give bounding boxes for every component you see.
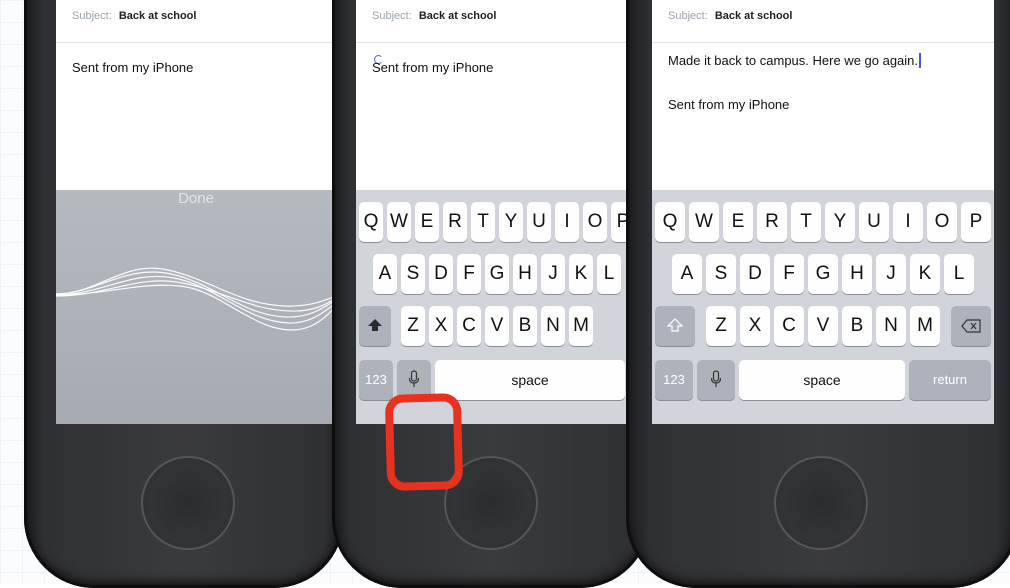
- text-cursor: [919, 53, 922, 68]
- key-e[interactable]: E: [723, 202, 753, 242]
- key-x[interactable]: X: [740, 306, 770, 346]
- space-key[interactable]: space: [435, 360, 625, 400]
- key-w[interactable]: W: [689, 202, 719, 242]
- key-g[interactable]: G: [485, 254, 509, 294]
- key-z[interactable]: Z: [401, 306, 425, 346]
- microphone-key-highlight: [384, 393, 464, 491]
- key-b[interactable]: B: [513, 306, 537, 346]
- home-button[interactable]: [774, 456, 868, 550]
- key-u[interactable]: U: [859, 202, 889, 242]
- subject-value: Back at school: [714, 10, 793, 22]
- key-a[interactable]: A: [672, 254, 702, 294]
- key-w[interactable]: W: [387, 202, 411, 242]
- key-m[interactable]: M: [910, 306, 940, 346]
- key-d[interactable]: D: [429, 254, 453, 294]
- keyboard: Q W E R T Y U I O P A S D F G H J K L Z …: [356, 190, 636, 424]
- key-y[interactable]: Y: [825, 202, 855, 242]
- key-v[interactable]: V: [808, 306, 838, 346]
- key-n[interactable]: N: [876, 306, 906, 346]
- subject-value: Back at school: [418, 10, 497, 22]
- phone-screen: Subject: Back at school Sent from my iPh…: [356, 0, 636, 424]
- key-g[interactable]: G: [808, 254, 838, 294]
- email-signature: Sent from my iPhone: [668, 97, 790, 112]
- key-o[interactable]: O: [927, 202, 957, 242]
- shift-icon: [368, 319, 382, 331]
- key-v[interactable]: V: [485, 306, 509, 346]
- shift-icon: [666, 318, 684, 332]
- key-s[interactable]: S: [401, 254, 425, 294]
- key-j[interactable]: J: [541, 254, 565, 294]
- subject-field[interactable]: Subject: Back at school: [356, 0, 636, 43]
- keyboard: Q W E R T Y U I O P A S D F G H J K L Z …: [652, 190, 994, 424]
- key-f[interactable]: F: [774, 254, 804, 294]
- key-h[interactable]: H: [842, 254, 872, 294]
- key-i[interactable]: I: [555, 202, 579, 242]
- phone-keyboard: Subject: Back at school Sent from my iPh…: [332, 0, 650, 588]
- shift-key[interactable]: [359, 306, 391, 346]
- done-button[interactable]: Done: [56, 190, 336, 207]
- key-j[interactable]: J: [876, 254, 906, 294]
- key-c[interactable]: C: [774, 306, 804, 346]
- dictation-panel: [56, 190, 336, 424]
- key-i[interactable]: I: [893, 202, 923, 242]
- email-signature: Sent from my iPhone: [372, 60, 494, 75]
- key-m[interactable]: M: [569, 306, 593, 346]
- numbers-key[interactable]: 123: [359, 360, 393, 400]
- key-y[interactable]: Y: [499, 202, 523, 242]
- key-s[interactable]: S: [706, 254, 736, 294]
- key-r[interactable]: R: [757, 202, 787, 242]
- email-signature: Sent from my iPhone: [72, 60, 194, 75]
- delete-backspace-icon: [961, 319, 981, 333]
- key-t[interactable]: T: [791, 202, 821, 242]
- key-q[interactable]: Q: [359, 202, 383, 242]
- key-r[interactable]: R: [443, 202, 467, 242]
- phone-screen: Subject: Back at school Sent from my iPh…: [56, 0, 336, 424]
- key-l[interactable]: L: [944, 254, 974, 294]
- email-body[interactable]: Made it back to campus. Here we go again…: [668, 53, 922, 68]
- key-f[interactable]: F: [457, 254, 481, 294]
- key-c[interactable]: C: [457, 306, 481, 346]
- subject-label: Subject:: [668, 10, 708, 22]
- return-key[interactable]: return: [909, 360, 991, 400]
- subject-value: Back at school: [118, 10, 197, 22]
- key-d[interactable]: D: [740, 254, 770, 294]
- delete-key[interactable]: [951, 306, 991, 346]
- key-p[interactable]: P: [961, 202, 991, 242]
- subject-label: Subject:: [372, 10, 412, 22]
- subject-label: Subject:: [72, 10, 112, 22]
- microphone-icon: [710, 370, 722, 387]
- key-q[interactable]: Q: [655, 202, 685, 242]
- key-e[interactable]: E: [415, 202, 439, 242]
- sound-waveform-icon: [56, 267, 336, 331]
- key-b[interactable]: B: [842, 306, 872, 346]
- key-k[interactable]: K: [910, 254, 940, 294]
- subject-field[interactable]: Subject: Back at school: [56, 0, 336, 43]
- shift-key[interactable]: [655, 306, 695, 346]
- key-h[interactable]: H: [513, 254, 537, 294]
- microphone-icon: [408, 370, 420, 387]
- space-key[interactable]: space: [739, 360, 905, 400]
- key-z[interactable]: Z: [706, 306, 736, 346]
- key-l[interactable]: L: [597, 254, 621, 294]
- phone-dictation-listening: Subject: Back at school Sent from my iPh…: [24, 0, 344, 588]
- key-u[interactable]: U: [527, 202, 551, 242]
- subject-field[interactable]: Subject: Back at school: [652, 0, 994, 43]
- key-k[interactable]: K: [569, 254, 593, 294]
- phone-screen: Subject: Back at school Made it back to …: [652, 0, 994, 424]
- key-x[interactable]: X: [429, 306, 453, 346]
- dictated-text: Made it back to campus. Here we go again…: [668, 53, 919, 68]
- phone-dictation-result: Subject: Back at school Made it back to …: [626, 0, 1010, 588]
- key-a[interactable]: A: [373, 254, 397, 294]
- numbers-key[interactable]: 123: [655, 360, 693, 400]
- key-n[interactable]: N: [541, 306, 565, 346]
- home-button[interactable]: [141, 456, 235, 550]
- microphone-key[interactable]: [697, 360, 735, 400]
- key-t[interactable]: T: [471, 202, 495, 242]
- key-o[interactable]: O: [583, 202, 607, 242]
